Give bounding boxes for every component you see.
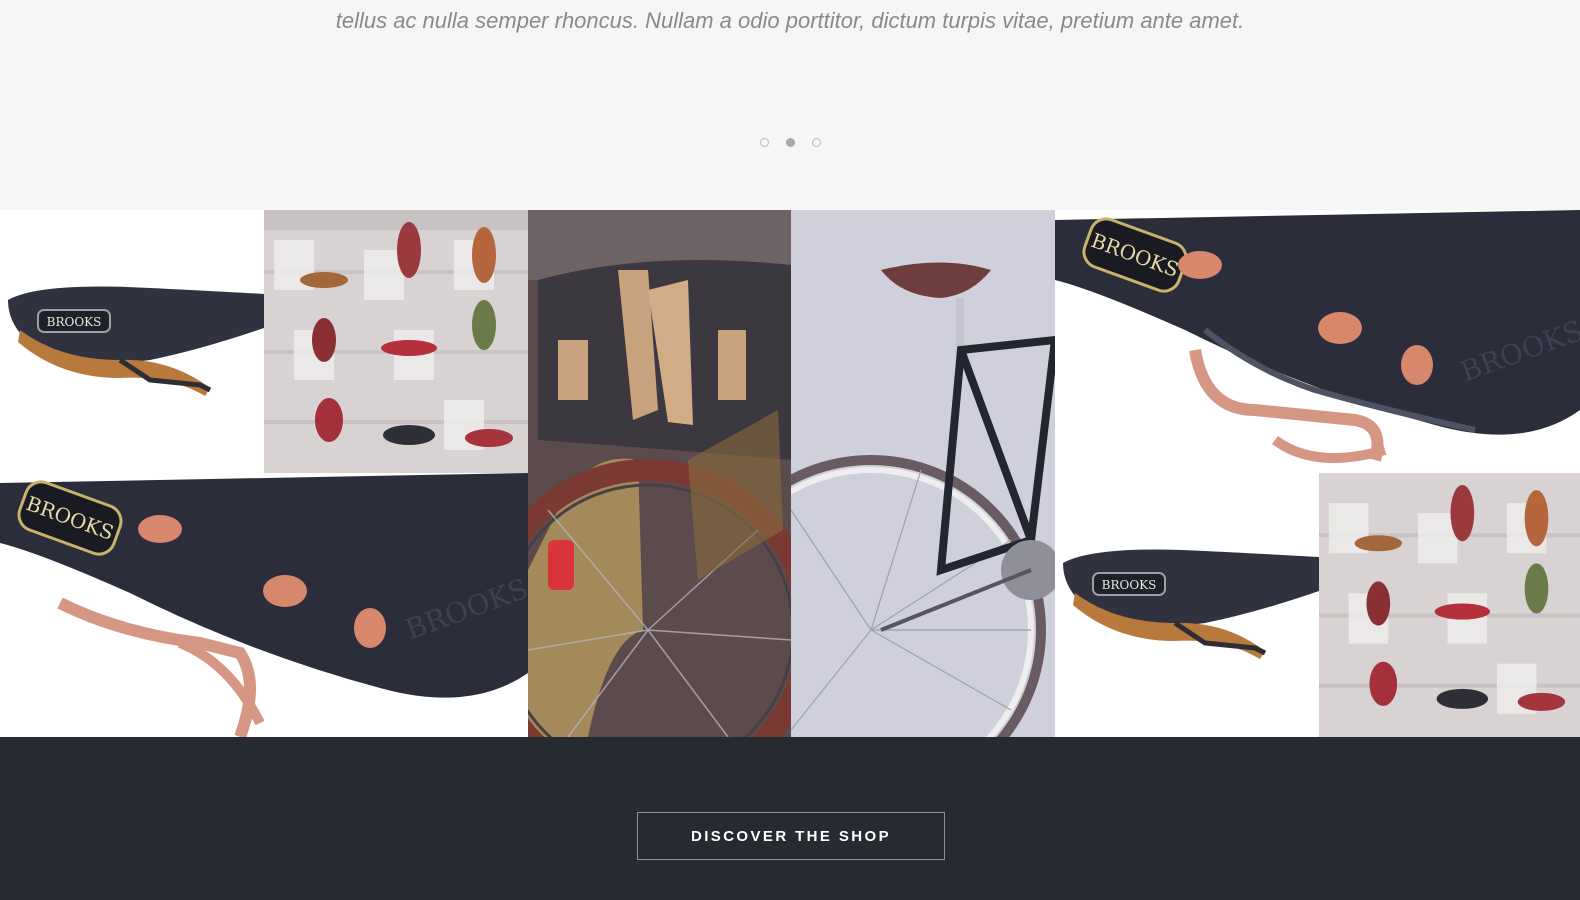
gallery-image-saddle-side[interactable]: BROOKS (0, 210, 264, 473)
gallery-image-bike-bag[interactable] (528, 210, 791, 737)
testimonial-quote: tellus ac nulla semper rhoncus. Nullam a… (335, 8, 1245, 33)
brand-text: BROOKS (1102, 578, 1157, 592)
gallery-image-road-bike[interactable] (791, 210, 1055, 737)
image-gallery: BROOKS BROOKS BROOKS BROOKS BROOKS BROOK… (0, 210, 1580, 737)
gallery-image-saddle-closeup[interactable]: BROOKS BROOKS (1055, 210, 1580, 473)
slider-dot-1[interactable] (759, 138, 769, 147)
gallery-image-saddle-closeup-2[interactable]: BROOKS BROOKS (0, 473, 528, 737)
slider-dot-2[interactable] (785, 138, 795, 147)
gallery-image-saddle-wall[interactable] (264, 210, 528, 473)
slider-dot-3[interactable] (811, 138, 821, 147)
slider-dots (0, 138, 1580, 147)
discover-shop-button[interactable]: DISCOVER THE SHOP (637, 812, 945, 860)
gallery-image-saddle-side-2[interactable]: BROOKS (1055, 473, 1319, 737)
testimonial-section: tellus ac nulla semper rhoncus. Nullam a… (0, 0, 1580, 210)
gallery-image-saddle-wall-2[interactable] (1319, 473, 1580, 737)
shop-cta-section: DISCOVER THE SHOP (0, 737, 1580, 900)
brand-text: BROOKS (47, 315, 102, 329)
